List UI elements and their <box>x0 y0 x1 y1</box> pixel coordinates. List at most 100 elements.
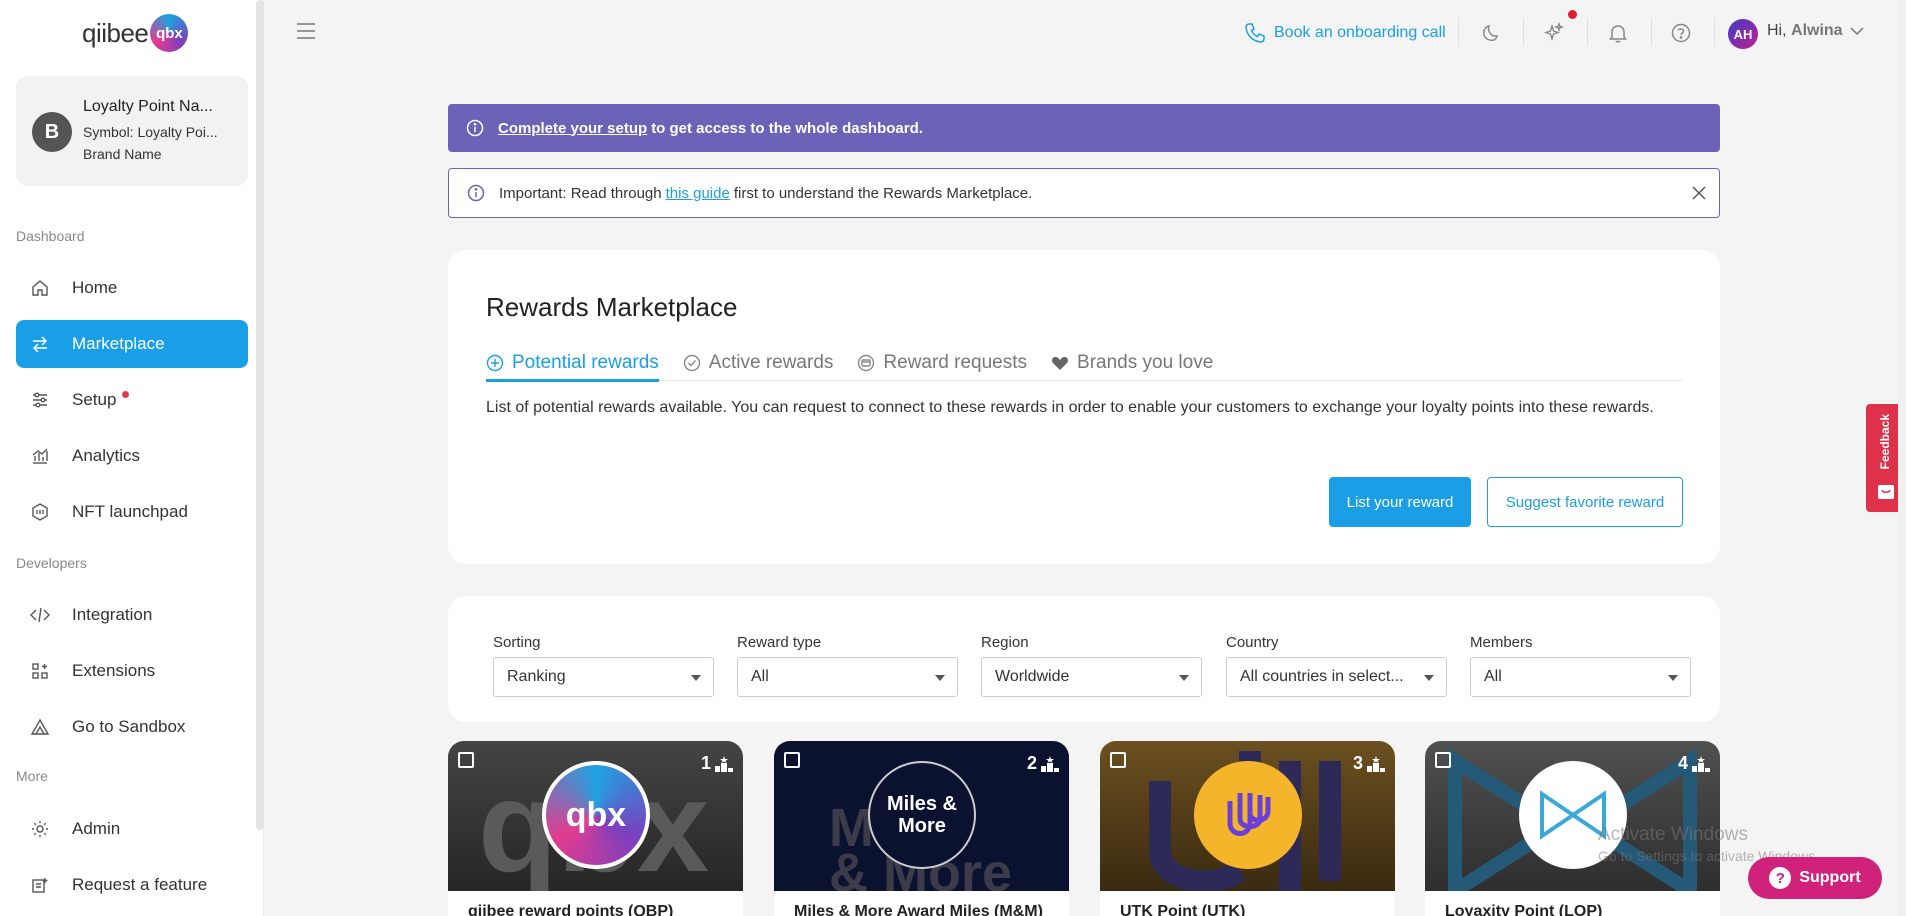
header-divider <box>1714 18 1715 46</box>
book-onboarding-call-button[interactable]: Book an onboarding call <box>1244 22 1446 44</box>
tab-brands-you-love[interactable]: Brands you love <box>1051 346 1237 380</box>
filter-members: Members All <box>1470 634 1691 697</box>
phone-icon <box>1245 23 1265 43</box>
sidebar-item-label: Analytics <box>72 446 141 465</box>
sidebar-item-marketplace[interactable]: Marketplace <box>16 320 248 368</box>
reward-rank-number: 4 <box>1677 753 1688 773</box>
reward-logo <box>1194 761 1302 869</box>
filter-label: Sorting <box>493 634 541 651</box>
logo-text: qiibee <box>82 17 149 48</box>
help-icon[interactable] <box>1670 22 1692 44</box>
reward-rank: 2 <box>1027 753 1059 774</box>
request-feature-icon <box>32 878 48 893</box>
reward-name: Miles & More Award Miles (M&M) <box>794 903 1043 916</box>
reward-type-select[interactable]: All <box>737 657 958 697</box>
section-label-dashboard: Dashboard <box>16 228 85 244</box>
app-logo[interactable]: qiibee qbx <box>82 14 189 52</box>
reward-select-checkbox[interactable] <box>784 752 800 768</box>
setup-banner: Complete your setup to get access to the… <box>448 104 1720 152</box>
sidebar-item-setup[interactable]: Setup <box>16 376 248 424</box>
moon-icon[interactable] <box>1480 22 1502 44</box>
greeting-text: Hi, <box>1767 22 1787 39</box>
tab-active-rewards[interactable]: Active rewards <box>683 346 858 380</box>
plus-circle-icon <box>486 354 504 372</box>
country-select[interactable]: All countries in select... <box>1226 657 1447 697</box>
close-icon[interactable] <box>1691 185 1707 201</box>
header-divider <box>1587 18 1588 46</box>
reward-card[interactable]: qbx 1 qbx qiibee reward points (QBP) <box>448 741 743 916</box>
sorting-select[interactable]: Ranking <box>493 657 714 697</box>
sidebar-item-admin[interactable]: Admin <box>16 805 248 853</box>
tab-potential-rewards[interactable]: Potential rewards <box>486 346 683 382</box>
select-value: Worldwide <box>995 668 1070 685</box>
complete-setup-link[interactable]: Complete your setup <box>498 120 647 137</box>
select-value: Ranking <box>507 668 566 685</box>
sidebar-item-request-a-feature[interactable]: Request a feature <box>16 861 248 909</box>
reward-select-checkbox[interactable] <box>458 752 474 768</box>
caret-down-icon <box>1179 675 1189 681</box>
reward-rank-number: 1 <box>700 753 711 773</box>
filters-card: Sorting Ranking Reward type All Region W… <box>448 596 1720 722</box>
sidebar-item-integration[interactable]: Integration <box>16 591 248 639</box>
heart-icon <box>1052 357 1069 370</box>
filter-label: Country <box>1226 634 1279 651</box>
nft-icon <box>32 503 48 521</box>
reward-rank: 3 <box>1353 753 1385 774</box>
setup-banner-text: to get access to the whole dashboard. <box>651 119 923 137</box>
members-select[interactable]: All <box>1470 657 1691 697</box>
sparkles-ai-icon[interactable] <box>1543 22 1565 44</box>
tab-label: Potential rewards <box>512 352 659 373</box>
reward-select-checkbox[interactable] <box>1110 752 1126 768</box>
bell-icon[interactable] <box>1607 22 1629 44</box>
caret-down-icon <box>1424 675 1434 681</box>
gear-icon <box>32 821 48 837</box>
reward-name: qiibee reward points (QBP) <box>468 903 674 916</box>
support-button[interactable]: ? Support <box>1748 857 1882 899</box>
filter-region: Region Worldwide <box>981 634 1202 697</box>
caret-down-icon <box>691 675 701 681</box>
sidebar-item-label: Request a feature <box>72 875 208 894</box>
reward-card[interactable]: M & More 2 Miles & More Miles & More Awar… <box>774 741 1069 916</box>
marketplace-tabs: Potential rewards Active rewards Reward … <box>486 346 1682 382</box>
suggest-favorite-reward-button[interactable]: Suggest favorite reward <box>1487 477 1683 527</box>
podium-icon <box>1367 755 1385 772</box>
sliders-icon <box>33 392 47 408</box>
marketplace-description: List of potential rewards available. You… <box>486 399 1654 416</box>
tab-reward-requests[interactable]: Reward requests <box>857 346 1051 380</box>
extensions-icon <box>32 663 48 679</box>
sidebar-scrollbar[interactable] <box>256 0 264 830</box>
activate-windows-watermark: Activate Windows <box>1598 824 1748 845</box>
list-your-reward-button[interactable]: List your reward <box>1329 477 1471 527</box>
podium-icon <box>1041 755 1059 772</box>
menu-toggle-icon[interactable] <box>296 22 316 40</box>
page-scrollbar[interactable] <box>1898 0 1906 916</box>
sidebar-item-label: Admin <box>72 819 121 838</box>
podium-icon <box>1692 755 1710 772</box>
header-divider <box>1651 18 1652 46</box>
sidebar-item-nft-launchpad[interactable]: NFT launchpad <box>16 488 248 536</box>
reward-select-checkbox[interactable] <box>1435 752 1451 768</box>
caret-down-icon <box>1668 675 1678 681</box>
reward-logo: qbx <box>542 761 650 869</box>
sidebar-item-go-to-sandbox[interactable]: Go to Sandbox <box>16 703 248 751</box>
brand-avatar: B <box>32 112 72 152</box>
guide-banner: Important: Read through this guide first… <box>448 168 1720 218</box>
reward-card[interactable]: 3 UTK Point (UTK) <box>1100 741 1395 916</box>
region-select[interactable]: Worldwide <box>981 657 1202 697</box>
section-label-developers: Developers <box>16 555 87 571</box>
sidebar-item-extensions[interactable]: Extensions <box>16 647 248 695</box>
swap-arrows-icon <box>32 336 48 353</box>
brand-symbol: Symbol: Loyalty Poi... <box>83 124 218 140</box>
sidebar-item-analytics[interactable]: Analytics <box>16 432 248 480</box>
reward-name: Loyaxity Point (LOP) <box>1445 903 1603 916</box>
sidebar-item-home[interactable]: Home <box>16 264 248 312</box>
user-name: Alwina <box>1791 22 1843 39</box>
guide-link[interactable]: this guide <box>666 185 730 202</box>
chevron-down-icon[interactable] <box>1850 26 1864 36</box>
brand-card[interactable]: B Loyalty Point Na... Symbol: Loyalty Po… <box>16 76 248 186</box>
filter-country: Country All countries in select... <box>1226 634 1447 697</box>
utk-logo-icon <box>1227 793 1271 836</box>
user-avatar[interactable]: AH <box>1728 19 1758 49</box>
user-greeting[interactable]: Hi, Alwina <box>1767 22 1843 40</box>
header-divider <box>1458 18 1459 46</box>
